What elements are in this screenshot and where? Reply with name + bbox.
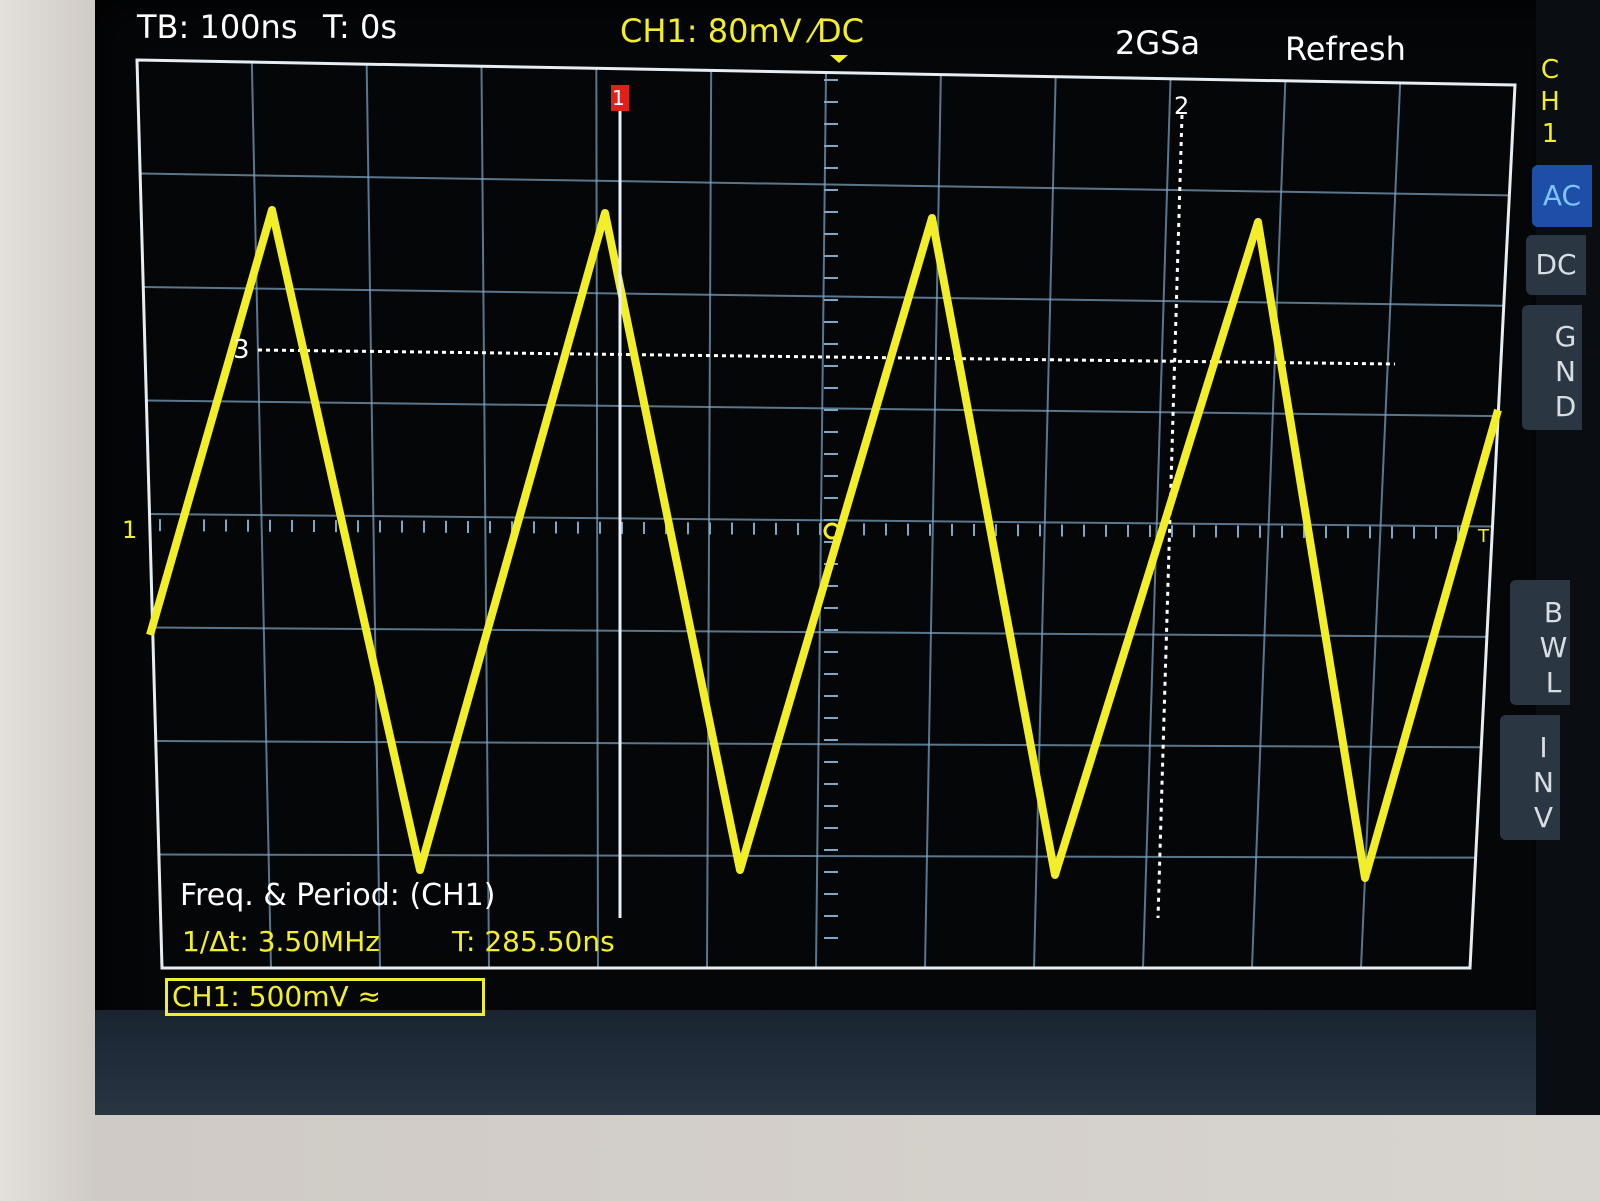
- waveform-display: [135, 55, 1517, 970]
- trigger-level-marker[interactable]: T: [1478, 526, 1489, 547]
- channel-1-ground-marker[interactable]: 1: [122, 516, 137, 544]
- invert-button[interactable]: INV: [1500, 715, 1560, 840]
- sidebar-channel-label: CH1: [1535, 55, 1565, 151]
- period-readout: T: 285.50ns: [452, 925, 615, 958]
- coupling-dc-button[interactable]: DC: [1526, 235, 1586, 295]
- frequency-readout: 1/Δt: 3.50MHz: [182, 925, 380, 958]
- trigger-position-marker-icon: [830, 55, 848, 63]
- coupling-gnd-button[interactable]: GND: [1522, 305, 1582, 430]
- bandwidth-limit-button[interactable]: BWL: [1510, 580, 1570, 705]
- channel-1-scale-box[interactable]: CH1: 500mV ≈: [165, 978, 485, 1016]
- cursor-1-label: 1: [612, 86, 625, 110]
- cursor-3-line[interactable]: [257, 348, 1396, 366]
- cursor-2-label: 2: [1174, 92, 1190, 120]
- coupling-ac-button[interactable]: AC: [1532, 165, 1592, 227]
- measurement-title: Freq. & Period: (CH1): [180, 878, 496, 913]
- cursor-3-label: 3: [233, 335, 250, 365]
